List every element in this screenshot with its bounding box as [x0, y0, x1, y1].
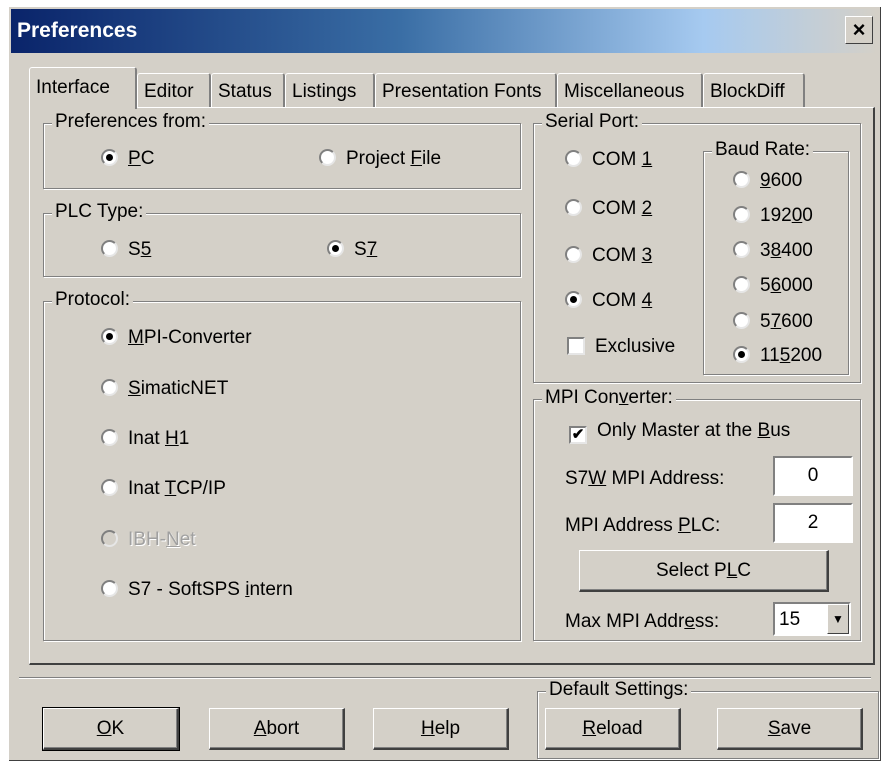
- window-title: Preferences: [17, 19, 138, 42]
- tab-editor[interactable]: Editor: [137, 73, 211, 107]
- max-mpi-address-select[interactable]: 15 ▼: [773, 602, 851, 636]
- tab-status[interactable]: Status: [211, 73, 285, 107]
- group-label: Baud Rate:: [712, 139, 814, 161]
- reload-button[interactable]: Reload: [545, 708, 681, 750]
- radio-pc[interactable]: PC: [101, 148, 154, 170]
- exclusive-checkbox[interactable]: Exclusive: [567, 336, 675, 358]
- radio-baud-57600[interactable]: 57600: [733, 311, 813, 333]
- radio-icon: [101, 429, 118, 446]
- radio-icon: [565, 150, 582, 167]
- tab-miscellaneous[interactable]: Miscellaneous: [557, 73, 703, 107]
- radio-inat-h1[interactable]: Inat H1: [101, 428, 189, 450]
- tab-blockdiff[interactable]: BlockDiff: [703, 73, 805, 107]
- help-button[interactable]: Help: [373, 708, 509, 750]
- tab-listings[interactable]: Listings: [285, 73, 375, 107]
- radio-baud-115200[interactable]: 115200: [733, 345, 822, 367]
- close-icon: ×: [852, 17, 866, 42]
- radio-icon: [733, 206, 750, 223]
- radio-com3[interactable]: COM 3: [565, 245, 652, 267]
- ok-button[interactable]: OK: [42, 707, 180, 751]
- radio-selected-icon: [565, 291, 582, 308]
- close-button[interactable]: ×: [845, 16, 873, 44]
- radio-selected-icon: [101, 149, 118, 166]
- radio-s7-softsps-intern[interactable]: S7 - SoftSPS intern: [101, 579, 293, 601]
- radio-ibh-net: IBH-Net: [101, 529, 196, 551]
- radio-icon: [101, 479, 118, 496]
- group-label: Preferences from:: [52, 111, 209, 133]
- dropdown-arrow-icon[interactable]: ▼: [827, 604, 849, 634]
- radio-icon: [319, 149, 336, 166]
- radio-icon: [101, 530, 118, 547]
- radio-com2[interactable]: COM 2: [565, 198, 652, 220]
- radio-icon: [733, 241, 750, 258]
- radio-selected-icon: [101, 328, 118, 345]
- radio-baud-9600[interactable]: 9600: [733, 170, 802, 192]
- radio-inat-tcp-ip[interactable]: Inat TCP/IP: [101, 478, 226, 500]
- radio-simaticnet[interactable]: SimaticNET: [101, 378, 228, 400]
- s7w-mpi-address-field[interactable]: 0: [773, 456, 853, 496]
- tab-interface[interactable]: Interface: [29, 67, 137, 109]
- select-value: 15: [779, 609, 801, 630]
- group-label: MPI Converter:: [542, 387, 676, 409]
- checkmark-icon: ✔: [569, 426, 587, 444]
- mpi-address-plc-field[interactable]: 2: [773, 503, 853, 543]
- tab-label: Miscellaneous: [564, 81, 685, 102]
- radio-s5[interactable]: S5: [101, 239, 151, 261]
- select-plc-button[interactable]: Select PLC: [579, 550, 829, 592]
- radio-icon: [565, 246, 582, 263]
- only-master-checkbox[interactable]: ✔ Only Master at the Bus: [569, 420, 790, 444]
- tab-label: Editor: [144, 81, 194, 102]
- radio-icon: [101, 580, 118, 597]
- abort-button[interactable]: Abort: [209, 708, 345, 750]
- radio-icon: [733, 171, 750, 188]
- title-bar: Preferences ×: [11, 9, 877, 53]
- tab-label: BlockDiff: [710, 81, 785, 102]
- radio-icon: [101, 240, 118, 257]
- radio-selected-icon: [733, 346, 750, 363]
- tab-label: Interface: [36, 77, 110, 98]
- preferences-dialog: Preferences × Interface Editor Status Li…: [8, 6, 881, 761]
- radio-icon: [565, 199, 582, 216]
- radio-s7[interactable]: S7: [327, 239, 377, 261]
- group-label: Serial Port:: [542, 111, 642, 133]
- radio-icon: [733, 276, 750, 293]
- save-button[interactable]: Save: [717, 708, 863, 750]
- tab-presentation-fonts[interactable]: Presentation Fonts: [375, 73, 557, 107]
- group-label: PLC Type:: [52, 201, 147, 223]
- tab-label: Listings: [292, 81, 357, 102]
- radio-selected-icon: [327, 240, 344, 257]
- radio-baud-19200[interactable]: 19200: [733, 205, 813, 227]
- radio-com4[interactable]: COM 4: [565, 290, 652, 312]
- mpi-address-plc-label: MPI Address PLC:: [565, 515, 721, 536]
- group-label: Protocol:: [52, 289, 133, 311]
- radio-com1[interactable]: COM 1: [565, 149, 652, 171]
- radio-baud-56000[interactable]: 56000: [733, 275, 813, 297]
- radio-icon: [733, 312, 750, 329]
- tab-label: Presentation Fonts: [382, 81, 542, 102]
- tab-label: Status: [218, 81, 272, 102]
- radio-project-file[interactable]: Project File: [319, 148, 441, 170]
- s7w-mpi-address-label: S7W MPI Address:: [565, 468, 725, 489]
- group-label: Default Settings:: [546, 679, 692, 701]
- max-mpi-address-label: Max MPI Address:: [565, 611, 720, 632]
- bottom-separator: [19, 677, 871, 679]
- radio-baud-38400[interactable]: 38400: [733, 240, 813, 262]
- checkbox-icon: [567, 337, 585, 355]
- radio-icon: [101, 379, 118, 396]
- radio-mpi-converter[interactable]: MPI-Converter: [101, 327, 252, 349]
